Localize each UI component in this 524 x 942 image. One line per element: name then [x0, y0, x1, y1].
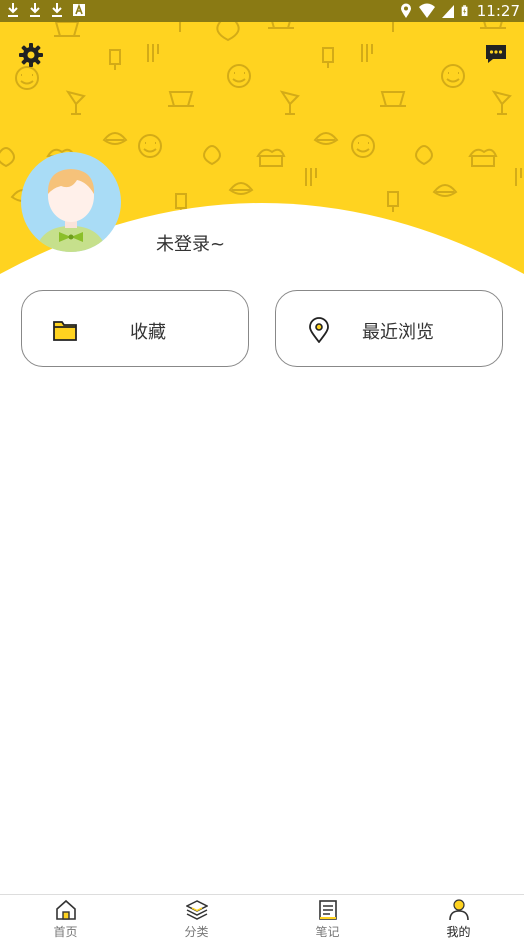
folder-icon	[53, 321, 77, 341]
location-pin-icon	[309, 317, 329, 343]
download-icon	[30, 3, 40, 17]
status-bar: 11:27	[0, 0, 524, 22]
wifi-icon	[418, 3, 435, 18]
avatar[interactable]	[21, 152, 121, 252]
nav-notes[interactable]: 笔记	[262, 895, 393, 942]
signal-icon	[441, 5, 454, 18]
recent-browsing-button[interactable]: 最近浏览	[275, 290, 503, 367]
nav-home[interactable]: 首页	[0, 895, 131, 942]
person-icon	[448, 899, 469, 921]
app-notification-icon	[73, 3, 85, 16]
nav-home-label: 首页	[53, 925, 78, 939]
layers-icon	[185, 900, 208, 920]
default-avatar-illustration	[35, 169, 107, 252]
nav-category-label: 分类	[184, 925, 209, 939]
battery-icon	[461, 5, 468, 16]
recent-label: 最近浏览	[362, 322, 434, 343]
favorites-label: 收藏	[130, 322, 166, 343]
location-icon	[400, 3, 411, 18]
favorites-button[interactable]: 收藏	[21, 290, 249, 367]
download-icon	[8, 3, 18, 17]
nav-notes-label: 笔记	[315, 925, 340, 939]
login-status-text[interactable]: 未登录~	[156, 230, 225, 256]
home-icon	[55, 899, 76, 920]
nav-mine[interactable]: 我的	[393, 895, 524, 942]
settings-gear-icon[interactable]	[18, 42, 44, 68]
download-icon	[52, 3, 62, 17]
clock: 11:27	[476, 2, 520, 20]
bottom-navigation: 首页 分类 笔记 我的	[0, 894, 524, 942]
nav-mine-label: 我的	[446, 925, 471, 939]
nav-category[interactable]: 分类	[131, 895, 262, 942]
message-icon[interactable]	[484, 42, 508, 66]
notebook-icon	[318, 900, 337, 920]
